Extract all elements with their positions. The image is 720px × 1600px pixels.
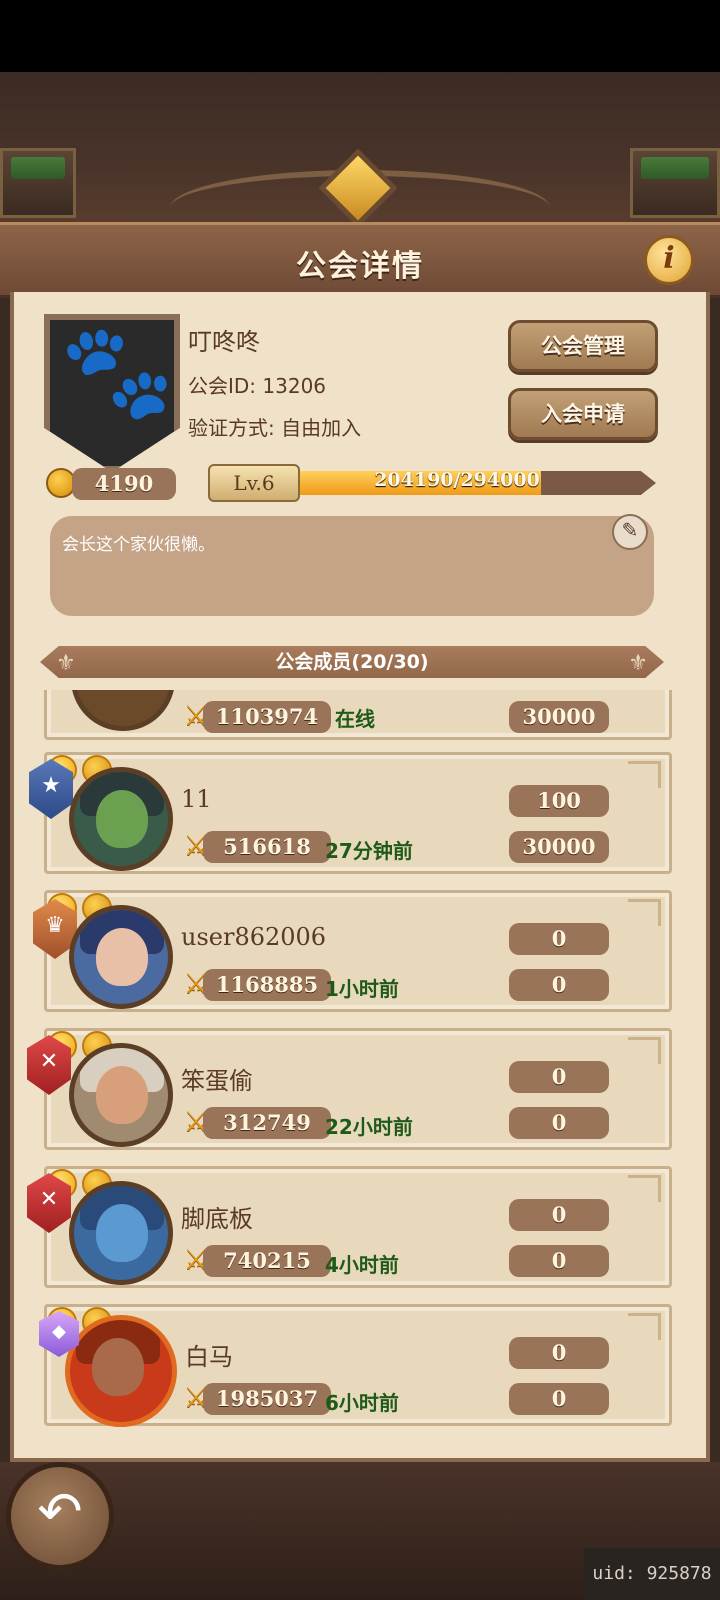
member-name: 11 — [181, 785, 212, 813]
guild-manage-button[interactable]: 公会管理 — [508, 320, 658, 372]
members-header-label: 公会成员(20/30) — [275, 651, 429, 673]
paw-icon: 🐾 — [60, 318, 175, 425]
member-card[interactable]: ♛ user862006 0 ⚔ 1168885 1小时前 0 — [33, 890, 672, 1012]
uid-label: uid: 925878 — [584, 1548, 720, 1600]
member-contribution: 0 — [509, 1061, 609, 1093]
rank-badge-red-icon: ✕ — [27, 1173, 71, 1233]
member-donate: 0 — [509, 969, 609, 1001]
member-name: 笨蛋偷 — [181, 1067, 253, 1095]
guild-level-bar: Lv.6 204190/294000 — [208, 464, 656, 502]
member-contribution: 0 — [509, 1337, 609, 1369]
member-avatar — [69, 1043, 173, 1147]
member-status: 1小时前 — [325, 977, 399, 1001]
member-status: 27分钟前 — [325, 839, 413, 863]
member-power: 1103974 — [203, 701, 331, 733]
member-donate: 0 — [509, 1383, 609, 1415]
member-power: 740215 — [203, 1245, 331, 1277]
member-name: 白马 — [185, 1343, 233, 1371]
guild-verify-mode: 验证方式: 自由加入 — [188, 416, 362, 440]
fleur-icon: ⚜ — [628, 651, 648, 676]
member-card[interactable]: ✕ 脚底板 0 ⚔ 740215 4小时前 0 — [27, 1166, 672, 1288]
member-name: user862006 — [181, 923, 327, 951]
right-pillar — [630, 148, 720, 218]
rank-badge-silver-icon: ★ — [29, 759, 73, 819]
member-contribution: 0 — [509, 1199, 609, 1231]
edit-notice-icon[interactable]: ✎ — [612, 514, 648, 550]
member-donate: 30000 — [509, 701, 609, 733]
rank-badge-diamond-icon: ◆ — [39, 1311, 79, 1357]
member-power: 312749 — [203, 1107, 331, 1139]
member-power: 1985037 — [203, 1383, 331, 1415]
rank-badge-red-icon: ✕ — [27, 1035, 71, 1095]
guild-name: 叮咚咚 — [188, 328, 260, 356]
xp-text: 204190/294000 — [374, 469, 540, 491]
member-avatar — [65, 1315, 177, 1427]
member-card[interactable]: ✕ 笨蛋偷 0 ⚔ 312749 22小时前 0 — [27, 1028, 672, 1150]
member-contribution: 100 — [509, 785, 609, 817]
member-donate: 30000 — [509, 831, 609, 863]
member-name: 脚底板 — [181, 1205, 253, 1233]
member-avatar — [71, 690, 175, 731]
guild-notice: 会长这个家伙很懒。 ✎ — [50, 514, 654, 616]
member-power: 516618 — [203, 831, 331, 863]
page-title: 公会详情 — [296, 249, 424, 284]
member-status: 在线 — [335, 707, 375, 731]
member-card[interactable]: ★ 11 100 ⚔ 516618 27分钟前 30000 — [29, 752, 672, 874]
member-status: 4小时前 — [325, 1253, 399, 1277]
member-donate: 0 — [509, 1107, 609, 1139]
join-requests-button[interactable]: 入会申请 — [508, 388, 658, 440]
member-avatar — [69, 767, 173, 871]
member-avatar — [69, 905, 173, 1009]
notice-text: 会长这个家伙很懒。 — [62, 535, 215, 555]
back-arrow-icon: ↶ — [37, 1480, 83, 1543]
member-list[interactable]: ⚔ 1103974 在线 30000 ★ 11 100 ⚔ 516618 27分… — [10, 690, 710, 1450]
left-pillar — [0, 148, 76, 218]
member-status: 6小时前 — [325, 1391, 399, 1415]
member-status: 22小时前 — [325, 1115, 413, 1139]
member-power: 1168885 — [203, 969, 331, 1001]
member-card[interactable]: ◆ 白马 0 ⚔ 1985037 6小时前 0 — [39, 1304, 672, 1427]
fleur-icon: ⚜ — [56, 651, 76, 676]
back-button[interactable]: ↶ — [6, 1462, 114, 1570]
title-header: 公会详情 i — [0, 222, 720, 298]
guild-coins: 4190 — [72, 468, 176, 500]
member-card[interactable]: ⚔ 1103974 在线 30000 — [44, 690, 672, 740]
member-donate: 0 — [509, 1245, 609, 1277]
guild-id: 公会ID: 13206 — [188, 374, 327, 398]
member-contribution: 0 — [509, 923, 609, 955]
status-bar — [0, 0, 720, 72]
info-button[interactable]: i — [644, 235, 694, 285]
members-header: ⚜ 公会成员(20/30) ⚜ — [40, 646, 664, 678]
member-avatar — [69, 1181, 173, 1285]
